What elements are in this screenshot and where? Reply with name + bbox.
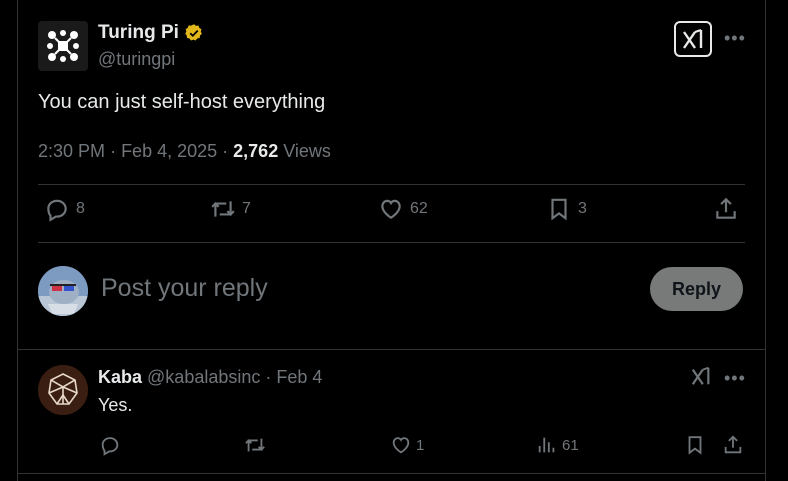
views-icon	[538, 437, 555, 453]
author-name[interactable]: Turing Pi	[98, 22, 204, 44]
like-icon	[381, 199, 401, 219]
bookmark-action[interactable]	[684, 434, 706, 456]
bookmark-action[interactable]: 3	[546, 196, 587, 222]
share-icon	[724, 435, 742, 454]
reply-button[interactable]: Reply	[650, 267, 743, 311]
reply-tweet[interactable]: Kaba @kabalabsinc · Feb 4 Yes. ••• 1 61	[18, 350, 765, 474]
grok-icon	[683, 29, 703, 49]
reply-composer: Post your reply Reply	[38, 264, 745, 320]
reply-icon	[47, 199, 67, 222]
meta-separator: ·	[265, 367, 277, 387]
tweet-time[interactable]: 2:30 PM	[38, 141, 105, 161]
share-icon	[716, 197, 736, 219]
reply-author-handle[interactable]: @kabalabsinc	[147, 367, 260, 387]
divider	[38, 242, 745, 243]
turingpi-logo-icon	[47, 30, 79, 62]
tweet-date[interactable]: Feb 4, 2025	[121, 141, 217, 161]
author-name-text[interactable]: Turing Pi	[98, 22, 179, 44]
share-action[interactable]	[713, 196, 739, 222]
kaba-avatar[interactable]	[38, 365, 88, 415]
reply-text: Yes.	[98, 395, 133, 415]
bookmark-icon	[688, 436, 702, 455]
like-action[interactable]: 1	[390, 434, 424, 456]
like-icon	[392, 437, 410, 454]
views-action[interactable]: 61	[536, 434, 579, 456]
like-action[interactable]: 62	[378, 196, 428, 222]
grok-icon[interactable]	[690, 365, 712, 387]
share-action[interactable]	[722, 434, 744, 456]
reply-action[interactable]: 8	[44, 196, 85, 222]
user-avatar-image	[38, 266, 88, 316]
repost-icon	[245, 438, 265, 452]
divider	[38, 184, 745, 185]
views-count: 61	[562, 436, 579, 454]
like-count: 1	[416, 436, 425, 454]
reply-action[interactable]	[99, 434, 125, 456]
author-handle[interactable]: @turingpi	[98, 49, 175, 70]
verified-badge-icon	[185, 24, 202, 41]
views-label: Views	[283, 141, 331, 161]
repost-action[interactable]: 7	[210, 196, 251, 222]
tweet-actions: 8 7 62 3	[38, 196, 745, 232]
reply-input[interactable]: Post your reply	[101, 274, 268, 303]
grok-button[interactable]	[674, 21, 712, 57]
tweet-text: You can just self-host everything	[38, 91, 326, 113]
views-count: 2,762	[233, 141, 279, 161]
column-border-right	[765, 0, 766, 481]
reply-author-name[interactable]: Kaba	[98, 367, 142, 387]
meta-separator: ·	[222, 141, 234, 161]
divider	[18, 473, 765, 474]
repost-action[interactable]	[244, 434, 270, 456]
like-count: 62	[410, 200, 428, 217]
bookmark-icon	[551, 198, 567, 221]
turingpi-avatar[interactable]	[38, 21, 88, 71]
main-tweet: Turing Pi @turingpi ••• You can just sel…	[18, 0, 765, 350]
more-icon[interactable]: •••	[724, 28, 746, 49]
reply-header: Kaba @kabalabsinc · Feb 4	[98, 367, 322, 388]
tweet-meta: 2:30 PM · Feb 4, 2025 · 2,762 Views	[38, 141, 331, 162]
repost-count: 7	[242, 200, 251, 217]
reply-icon	[101, 437, 119, 456]
meta-separator: ·	[110, 141, 122, 161]
kaba-avatar-image	[38, 365, 88, 415]
reply-date[interactable]: Feb 4	[276, 367, 322, 387]
repost-icon	[211, 201, 235, 217]
bookmark-count: 3	[578, 200, 587, 217]
reply-count: 8	[76, 200, 85, 217]
reply-actions: 1 61	[98, 434, 748, 460]
user-avatar[interactable]	[38, 266, 88, 316]
more-icon[interactable]: •••	[724, 368, 746, 389]
